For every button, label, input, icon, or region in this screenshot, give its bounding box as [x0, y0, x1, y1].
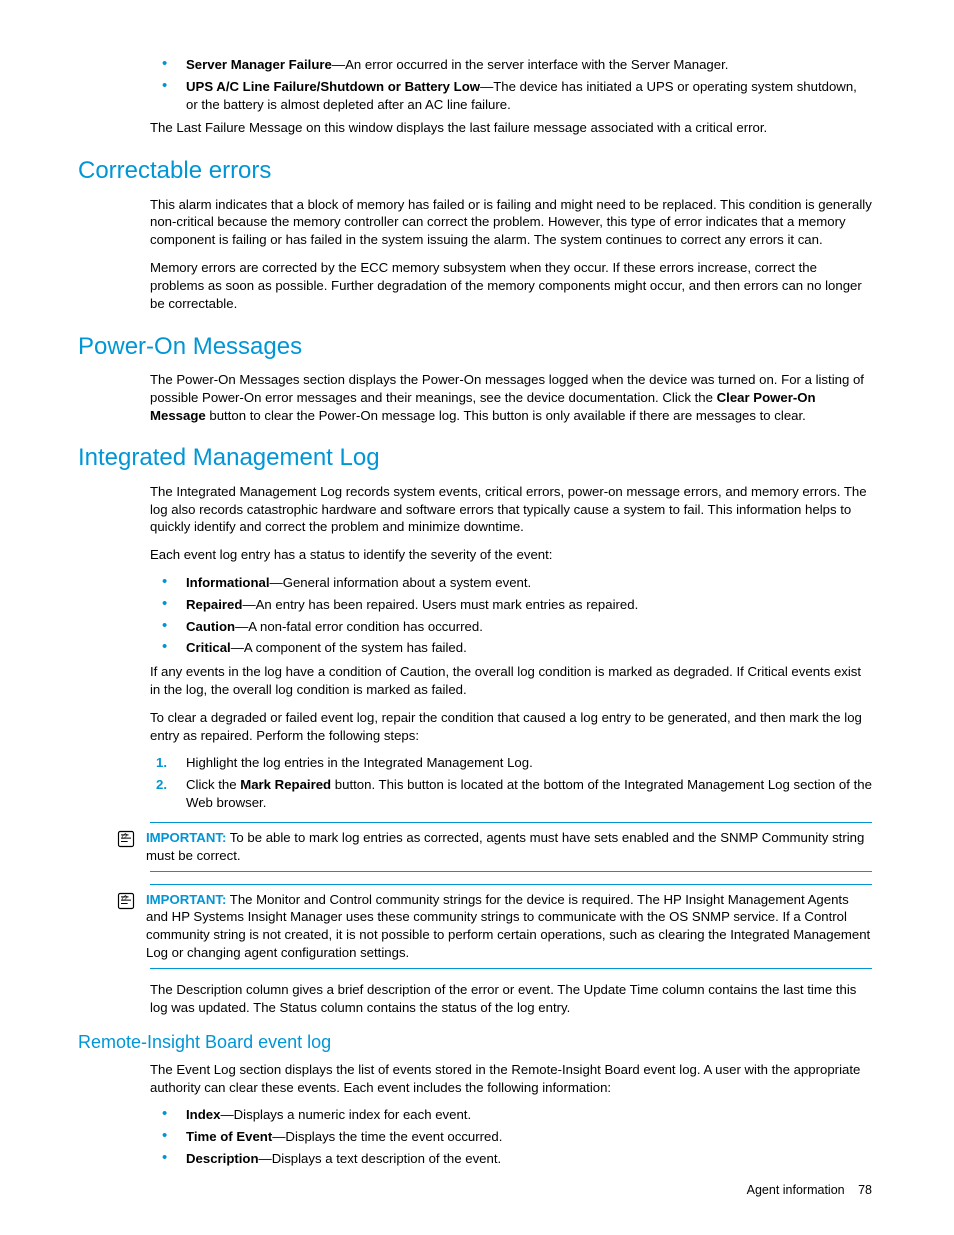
note-icon — [116, 829, 136, 849]
paragraph: The Description column gives a brief des… — [150, 981, 872, 1017]
list-item: Index—Displays a numeric index for each … — [150, 1106, 872, 1124]
footer-section: Agent information — [747, 1183, 845, 1197]
section-integrated-management-log: The Integrated Management Log records sy… — [150, 483, 872, 1017]
list-item: Description—Displays a text description … — [150, 1150, 872, 1168]
desc: —A non-fatal error condition has occurre… — [235, 619, 483, 634]
heading-correctable-errors: Correctable errors — [78, 155, 872, 187]
paragraph: If any events in the log have a conditio… — [150, 663, 872, 699]
paragraph: Each event log entry has a status to ide… — [150, 546, 872, 564]
term: Critical — [186, 640, 231, 655]
text: Click the — [186, 777, 240, 792]
important-note-1: IMPORTANT: To be able to mark log entrie… — [150, 822, 872, 872]
failure-bullet-list: Server Manager Failure—An error occurred… — [150, 56, 872, 113]
section-power-on-messages: The Power-On Messages section displays t… — [150, 371, 872, 424]
desc: —Displays a text description of the even… — [259, 1151, 502, 1166]
important-note-2: IMPORTANT: The Monitor and Control commu… — [150, 884, 872, 969]
term: Server Manager Failure — [186, 57, 332, 72]
term: Repaired — [186, 597, 242, 612]
term: Index — [186, 1107, 220, 1122]
list-item: Caution—A non-fatal error condition has … — [150, 618, 872, 636]
document-page: Server Manager Failure—An error occurred… — [0, 0, 954, 1224]
desc: —An entry has been repaired. Users must … — [242, 597, 638, 612]
paragraph: The Integrated Management Log records sy… — [150, 483, 872, 536]
event-info-bullet-list: Index—Displays a numeric index for each … — [150, 1106, 872, 1167]
paragraph: The Power-On Messages section displays t… — [150, 371, 872, 424]
paragraph: This alarm indicates that a block of mem… — [150, 196, 872, 249]
list-item: Critical—A component of the system has f… — [150, 639, 872, 657]
important-label: IMPORTANT: — [146, 830, 226, 845]
note-icon — [116, 891, 136, 911]
heading-remote-insight-board: Remote-Insight Board event log — [78, 1030, 872, 1054]
term: Time of Event — [186, 1129, 272, 1144]
step-number: 1. — [156, 754, 167, 772]
term: Caution — [186, 619, 235, 634]
text: button to clear the Power-On message log… — [206, 408, 806, 423]
text: The Monitor and Control community string… — [146, 892, 870, 960]
list-item: Repaired—An entry has been repaired. Use… — [150, 596, 872, 614]
list-item: Time of Event—Displays the time the even… — [150, 1128, 872, 1146]
paragraph: Memory errors are corrected by the ECC m… — [150, 259, 872, 312]
step-number: 2. — [156, 776, 167, 794]
term: UPS A/C Line Failure/Shutdown or Battery… — [186, 79, 480, 94]
term: Informational — [186, 575, 270, 590]
section-remote-insight-board: The Event Log section displays the list … — [150, 1061, 872, 1168]
desc: —Displays a numeric index for each event… — [220, 1107, 471, 1122]
heading-integrated-management-log: Integrated Management Log — [78, 442, 872, 474]
term: Description — [186, 1151, 259, 1166]
note-text: IMPORTANT: To be able to mark log entrie… — [146, 829, 872, 865]
important-label: IMPORTANT: — [146, 892, 226, 907]
desc: —A component of the system has failed. — [231, 640, 467, 655]
desc: —An error occurred in the server interfa… — [332, 57, 729, 72]
desc: —Displays the time the event occurred. — [272, 1129, 502, 1144]
paragraph: To clear a degraded or failed event log,… — [150, 709, 872, 745]
list-item: Server Manager Failure—An error occurred… — [150, 56, 872, 74]
intro-block: Server Manager Failure—An error occurred… — [150, 56, 872, 137]
note-text: IMPORTANT: The Monitor and Control commu… — [146, 891, 872, 962]
steps-list: 1. Highlight the log entries in the Integ… — [150, 754, 872, 811]
step-text: Click the Mark Repaired button. This but… — [186, 777, 872, 810]
list-item: Informational—General information about … — [150, 574, 872, 592]
step-text: Highlight the log entries in the Integra… — [186, 755, 533, 770]
text: To be able to mark log entries as correc… — [146, 830, 864, 863]
list-item: 2. Click the Mark Repaired button. This b… — [150, 776, 872, 812]
desc: —General information about a system even… — [270, 575, 532, 590]
paragraph: The Event Log section displays the list … — [150, 1061, 872, 1097]
page-footer: Agent information 78 — [747, 1182, 872, 1199]
heading-power-on-messages: Power-On Messages — [78, 331, 872, 363]
intro-paragraph: The Last Failure Message on this window … — [150, 119, 872, 137]
list-item: 1. Highlight the log entries in the Integ… — [150, 754, 872, 772]
section-correctable-errors: This alarm indicates that a block of mem… — [150, 196, 872, 313]
status-bullet-list: Informational—General information about … — [150, 574, 872, 657]
list-item: UPS A/C Line Failure/Shutdown or Battery… — [150, 78, 872, 114]
mark-repaired-label: Mark Repaired — [240, 777, 331, 792]
page-number: 78 — [858, 1183, 872, 1197]
